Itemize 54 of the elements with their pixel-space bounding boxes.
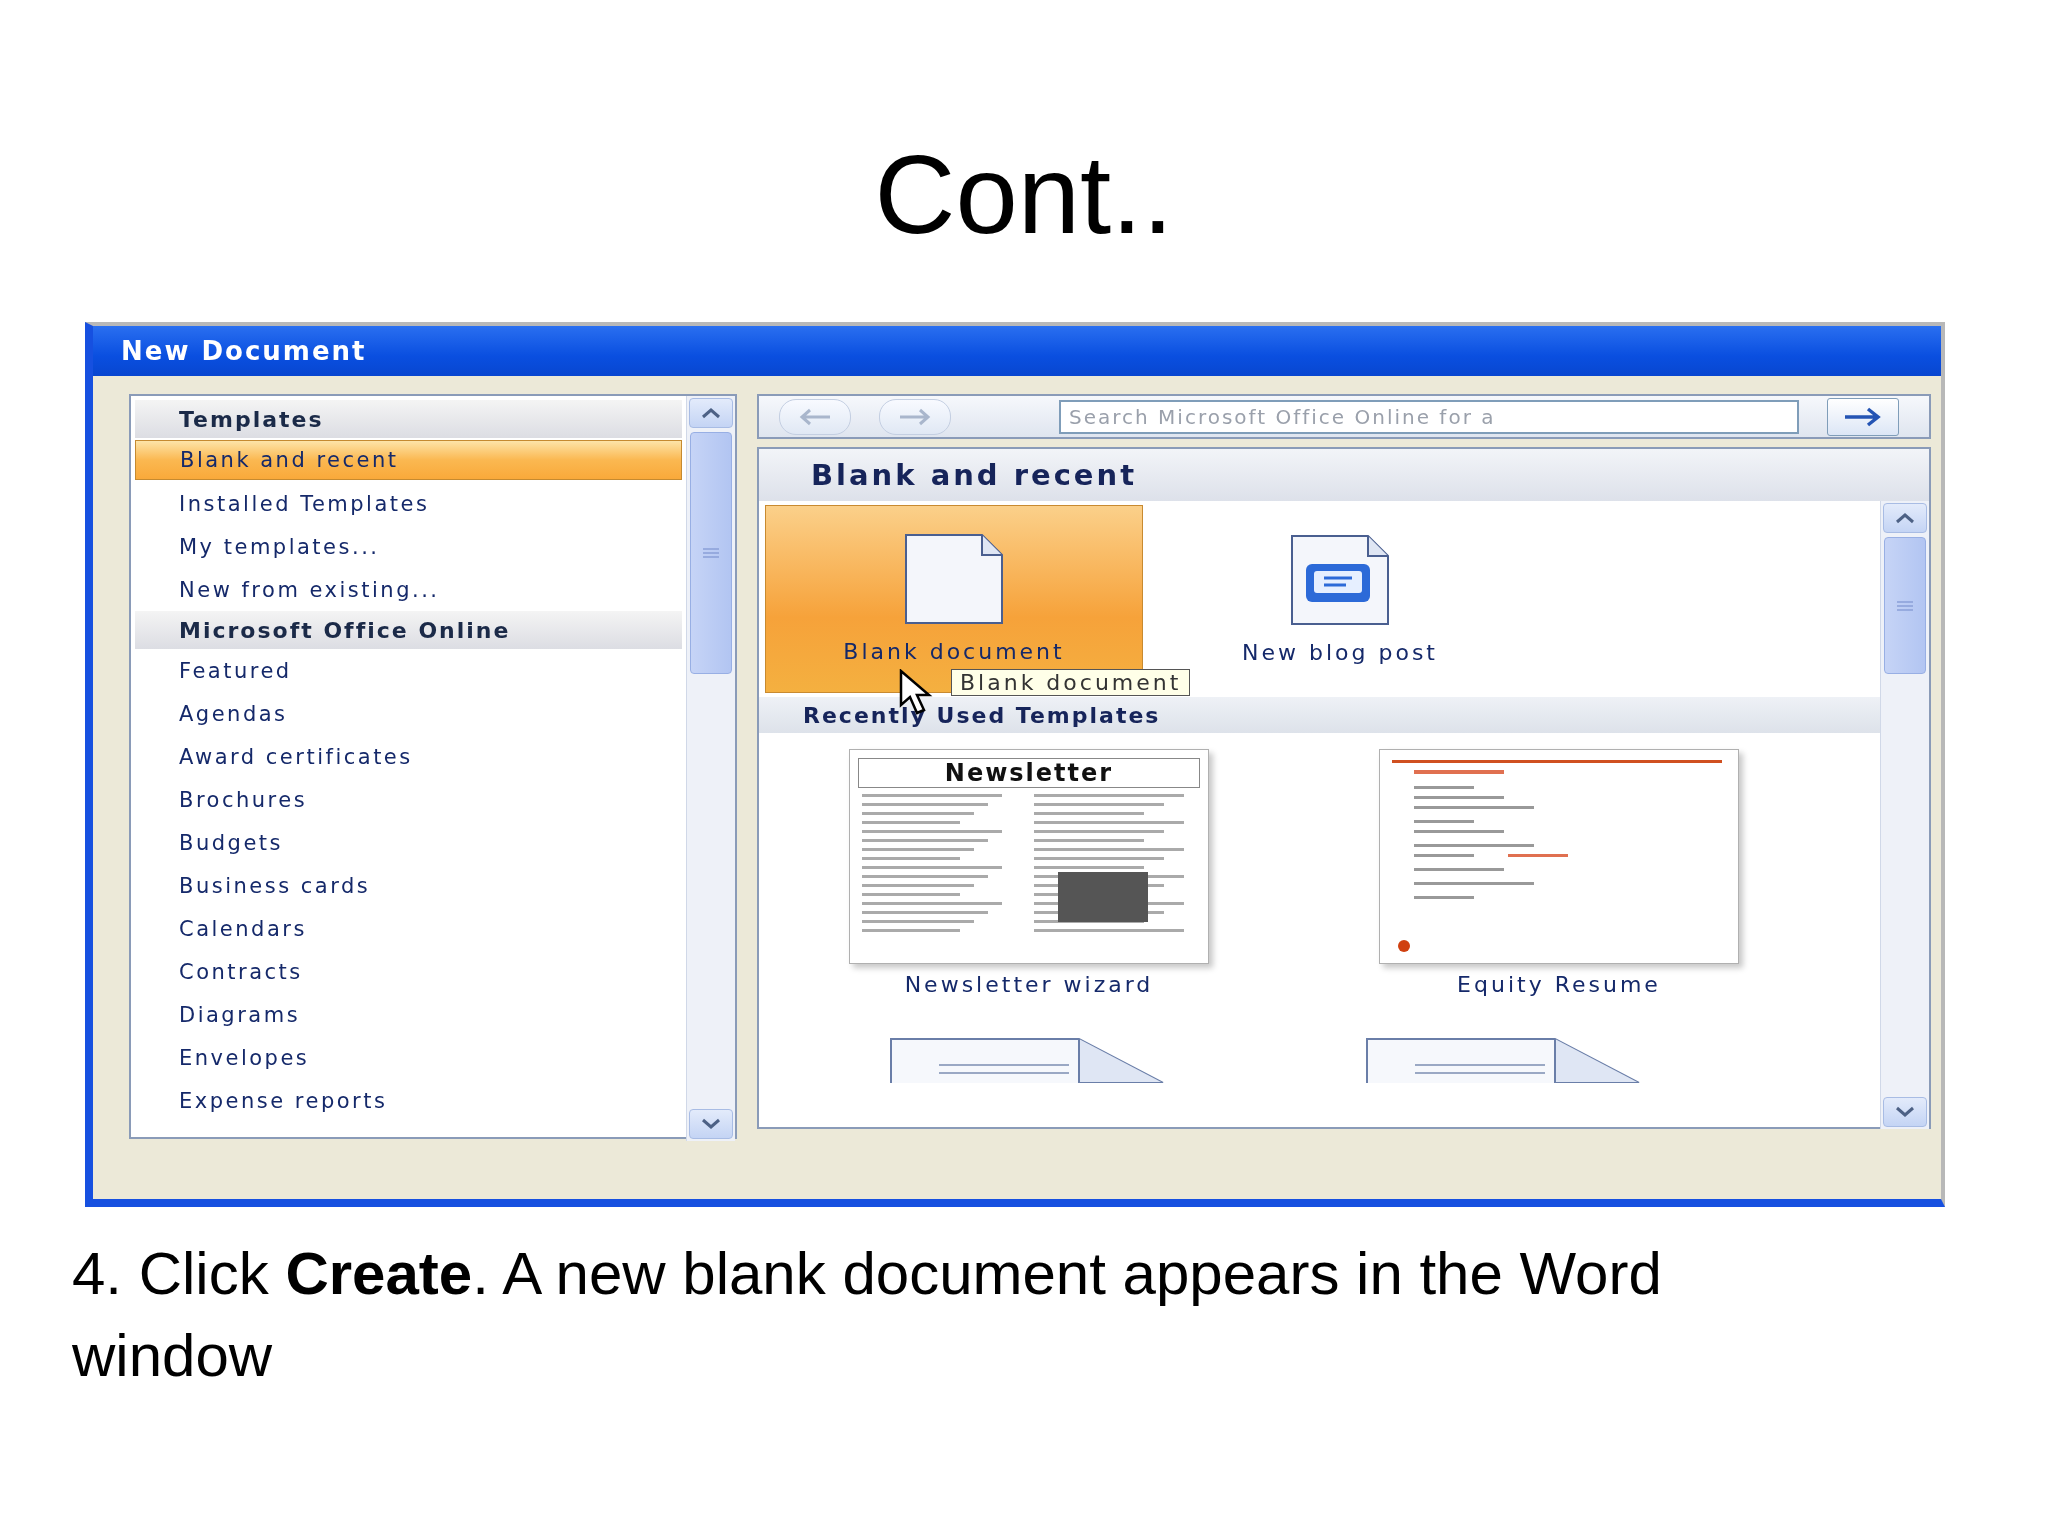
newsletter-thumbnail[interactable]: Newsletter — [849, 749, 1209, 964]
arrow-right-icon — [1843, 406, 1883, 427]
page-icon — [1365, 1037, 1641, 1083]
window-title: New Document — [121, 336, 367, 366]
blog-page-icon — [1290, 534, 1390, 626]
forward-button[interactable] — [879, 398, 951, 435]
category-item[interactable]: Award certificates — [135, 735, 682, 778]
category-item[interactable]: Featured — [135, 649, 682, 692]
chevron-up-icon — [1894, 512, 1916, 524]
page-icon — [889, 1037, 1165, 1083]
scrollbar[interactable] — [1880, 501, 1929, 1129]
category-item[interactable]: Contracts — [135, 950, 682, 993]
scroll-thumb[interactable] — [1884, 537, 1926, 674]
category-item[interactable]: Diagrams — [135, 993, 682, 1036]
category-heading: Templates — [135, 400, 682, 438]
tooltip: Blank document — [951, 669, 1191, 696]
scroll-thumb[interactable] — [690, 432, 732, 674]
category-item[interactable]: Budgets — [135, 821, 682, 864]
section-heading: Recently Used Templates — [759, 697, 1880, 733]
newsletter-heading: Newsletter — [858, 758, 1200, 788]
tile-label: Newsletter wizard — [904, 972, 1154, 997]
scroll-up-button[interactable] — [1883, 503, 1927, 533]
category-item[interactable]: Installed Templates — [135, 482, 682, 525]
back-button[interactable] — [779, 398, 851, 435]
scroll-down-button[interactable] — [1883, 1097, 1927, 1127]
grip-icon — [702, 548, 720, 558]
arrow-right-icon — [898, 407, 932, 426]
grip-icon — [1896, 600, 1914, 611]
tile-label: Blank document — [843, 639, 1065, 664]
gallery-title: Blank and recent — [759, 449, 1929, 501]
tile-label: New blog post — [1242, 640, 1438, 665]
slide-caption: 4. Click Create. A new blank document appears in the Word window — [72, 1239, 1663, 1391]
tile-label: Equity Resume — [1457, 972, 1661, 997]
search-go-button[interactable] — [1827, 397, 1899, 436]
category-item[interactable]: My templates... — [135, 525, 682, 568]
category-item[interactable]: New from existing... — [135, 568, 682, 611]
category-item[interactable]: Agendas — [135, 692, 682, 735]
category-item[interactable]: Brochures — [135, 778, 682, 821]
category-item[interactable]: Expense reports — [135, 1079, 682, 1122]
search-field[interactable]: Search Microsoft Office Online for a — [1059, 399, 1799, 434]
category-heading: Microsoft Office Online — [135, 611, 682, 649]
category-item[interactable]: Calendars — [135, 907, 682, 950]
chevron-up-icon — [700, 407, 722, 419]
blank-page-icon — [904, 533, 1004, 625]
arrow-left-icon — [798, 407, 832, 426]
slide-title: Cont.. — [873, 131, 1175, 259]
chevron-down-icon — [1894, 1106, 1916, 1118]
category-item[interactable]: Envelopes — [135, 1036, 682, 1079]
category-item[interactable]: Business cards — [135, 864, 682, 907]
chevron-down-icon — [700, 1118, 722, 1130]
category-item[interactable]: Blank and recent — [135, 440, 682, 480]
scroll-up-button[interactable] — [689, 398, 733, 428]
scrollbar[interactable] — [686, 396, 735, 1141]
scroll-down-button[interactable] — [689, 1109, 733, 1139]
